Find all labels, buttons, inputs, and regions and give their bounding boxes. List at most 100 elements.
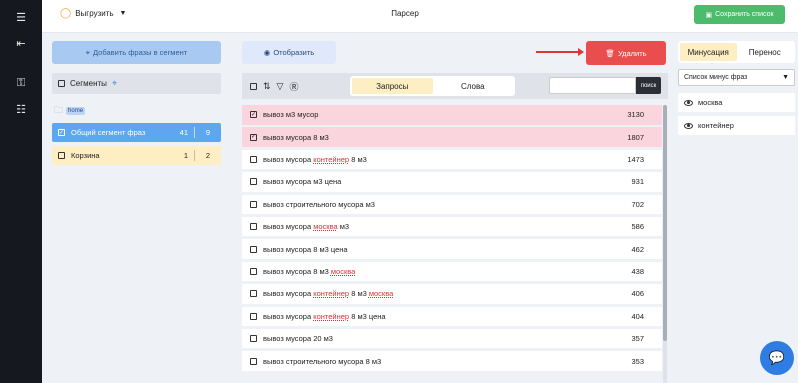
tab-transfer[interactable]: Перенос bbox=[737, 43, 794, 61]
select-all-checkbox[interactable] bbox=[250, 83, 257, 90]
phrase-checkbox[interactable] bbox=[250, 245, 257, 253]
segment-checkbox[interactable] bbox=[58, 152, 65, 159]
phrase-fragment: м3 bbox=[337, 222, 350, 232]
right-tabs: Минусация Перенос bbox=[678, 41, 795, 63]
phrase-fragment: вывоз мусора м3 цена bbox=[263, 177, 342, 187]
phrase-keyword: москва bbox=[330, 266, 356, 276]
minus-word-item[interactable]: москва bbox=[678, 93, 795, 112]
segments-header: Сегменты ⌖ bbox=[52, 73, 221, 94]
phrase-row[interactable]: вывоз мусора москва м3 586 bbox=[242, 216, 662, 237]
phrase-checkbox[interactable] bbox=[250, 156, 257, 164]
phrase-fragment: 8 м3 цена bbox=[349, 311, 386, 321]
dollar-icon[interactable]: Ⓡ bbox=[289, 80, 298, 93]
phrase-checkbox[interactable] bbox=[250, 357, 257, 365]
eye-icon[interactable] bbox=[684, 99, 693, 106]
phrase-row[interactable]: вывоз мусора контейнер 8 м3 1473 bbox=[242, 149, 662, 170]
phrase-text: вывоз мусора 8 м3 москва bbox=[263, 267, 604, 276]
chat-icon: 💬 bbox=[768, 350, 786, 365]
minus-word: москва bbox=[698, 98, 723, 107]
phrase-keyword: москва bbox=[313, 222, 338, 232]
phrases-scrollbar[interactable] bbox=[663, 105, 667, 383]
phrase-frequency: 406 bbox=[631, 289, 644, 299]
segments-select-all-checkbox[interactable] bbox=[58, 80, 65, 87]
segment-row[interactable]: Корзина 1 2 bbox=[52, 146, 221, 165]
scrollbar-thumb[interactable] bbox=[663, 105, 667, 341]
tab-requests[interactable]: Запросы bbox=[352, 78, 433, 94]
filter-icon[interactable]: ▽ bbox=[277, 81, 284, 92]
segment-name: Общий сегмент фраз bbox=[71, 128, 146, 137]
save-list-label: Сохранить список bbox=[715, 11, 774, 18]
phrase-fragment: вывоз строительного мусора 8 м3 bbox=[263, 356, 382, 366]
phrase-row[interactable]: ✓ вывоз м3 мусор 3130 bbox=[242, 105, 662, 125]
tab-words[interactable]: Слова bbox=[433, 78, 514, 94]
show-button[interactable]: ◉ Отобразить bbox=[242, 41, 336, 64]
sitemap-icon[interactable]: ☷ bbox=[0, 103, 42, 117]
phrases-list: ✓ вывоз м3 мусор 3130 ✓ вывоз мусора 8 м3 180… bbox=[242, 105, 662, 374]
folder-tag: home bbox=[66, 107, 86, 115]
search-input[interactable] bbox=[549, 77, 636, 94]
phrase-fragment: вывоз мусора 8 м3 цена bbox=[263, 244, 348, 254]
phrase-checkbox[interactable] bbox=[250, 267, 257, 275]
minus-word-item[interactable]: контейнер bbox=[678, 116, 795, 135]
segment-count-1: 1 bbox=[183, 151, 188, 160]
phrase-row[interactable]: вывоз строительного мусора м3 702 bbox=[242, 194, 662, 215]
phrase-row[interactable]: вывоз мусора м3 цена 931 bbox=[242, 172, 662, 192]
phrase-frequency: 438 bbox=[631, 266, 644, 276]
add-segment-icon[interactable]: ⌖ bbox=[112, 78, 117, 89]
phrase-row[interactable]: вывоз строительного мусора 8 м3 353 bbox=[242, 351, 662, 371]
phrase-checkbox[interactable] bbox=[250, 178, 257, 186]
phrases-toolbar: ⇅ ▽ Ⓡ Запросы Слова поиск bbox=[242, 73, 668, 99]
phrase-checkbox[interactable] bbox=[250, 200, 257, 208]
add-phrases-label: Добавить фразы в сегмент bbox=[93, 48, 188, 57]
chat-bubble-button[interactable]: 💬 bbox=[760, 341, 794, 375]
phrase-checkbox[interactable] bbox=[250, 290, 257, 298]
delete-button[interactable]: 🗑 Удалить bbox=[586, 41, 666, 65]
caret-down-icon: ▼ bbox=[782, 74, 789, 81]
phrase-checkbox[interactable] bbox=[250, 223, 257, 231]
phrase-row[interactable]: вывоз мусора 8 м3 москва 438 bbox=[242, 261, 662, 282]
segment-count-2: 2 bbox=[205, 151, 211, 160]
phrase-row[interactable]: вывоз мусора контейнер 8 м3 москва 406 bbox=[242, 284, 662, 304]
page-title: Парсер bbox=[391, 9, 419, 18]
segment-row[interactable]: ✓ Общий сегмент фраз 41 9 bbox=[52, 123, 221, 142]
sort-icon[interactable]: ⇅ bbox=[263, 81, 271, 92]
minus-list-select[interactable]: Список минус фраз ▼ bbox=[678, 69, 795, 86]
tab-minus[interactable]: Минусация bbox=[680, 43, 737, 61]
save-list-button[interactable]: ▣ Сохранить список bbox=[694, 5, 785, 24]
phrase-row[interactable]: вывоз мусора 8 м3 цена 462 bbox=[242, 239, 662, 259]
key-icon[interactable]: ⚿ bbox=[0, 76, 42, 90]
phrase-text: вывоз мусора контейнер 8 м3 цена bbox=[263, 312, 604, 321]
phrase-fragment: вывоз мусора bbox=[263, 222, 314, 232]
phrase-row[interactable]: вывоз мусора контейнер 8 м3 цена 404 bbox=[242, 306, 662, 327]
phrase-checkbox[interactable] bbox=[250, 312, 257, 320]
phrase-keyword: москва bbox=[368, 289, 394, 299]
segments-label: Сегменты bbox=[70, 79, 107, 88]
phrase-text: вывоз строительного мусора 8 м3 bbox=[263, 357, 604, 366]
phrase-frequency: 353 bbox=[631, 356, 644, 366]
add-phrases-to-segment-button[interactable]: ⌖ Добавить фразы в сегмент bbox=[52, 41, 221, 64]
divider bbox=[194, 127, 195, 138]
phrase-checkbox[interactable]: ✓ bbox=[250, 133, 257, 141]
top-bar: ◯ Выгрузить ▼ Парсер ▣ Сохранить список bbox=[42, 0, 798, 33]
phrase-row[interactable]: вывоз мусора 20 м3 357 bbox=[242, 328, 662, 349]
segment-checkbox[interactable]: ✓ bbox=[58, 129, 65, 136]
show-label: Отобразить bbox=[273, 48, 315, 57]
segment-name: Корзина bbox=[71, 151, 100, 160]
phrase-fragment: вывоз мусора bbox=[263, 311, 314, 321]
left-navbar: ☰ ⇤ ⚿ ☷ bbox=[0, 0, 42, 383]
phrase-text: вывоз мусора москва м3 bbox=[263, 222, 604, 231]
phrase-text: вывоз мусора м3 цена bbox=[263, 177, 604, 186]
folder-item[interactable]: 🗀 home bbox=[54, 103, 86, 119]
phrase-checkbox[interactable] bbox=[250, 335, 257, 343]
phrase-text: вывоз мусора 8 м3 bbox=[263, 133, 604, 142]
hamburger-menu-icon[interactable]: ☰ bbox=[0, 11, 42, 25]
minus-word: контейнер bbox=[698, 121, 734, 130]
eye-icon[interactable] bbox=[684, 122, 693, 129]
phrase-row[interactable]: ✓ вывоз мусора 8 м3 1807 bbox=[242, 127, 662, 147]
phrase-text: вывоз мусора 8 м3 цена bbox=[263, 245, 604, 254]
search-button[interactable]: поиск bbox=[636, 77, 661, 94]
phrase-text: вывоз мусора контейнер 8 м3 москва bbox=[263, 289, 604, 298]
sign-in-icon[interactable]: ⇤ bbox=[0, 37, 42, 51]
phrase-text: вывоз м3 мусор bbox=[263, 110, 604, 119]
phrase-checkbox[interactable]: ✓ bbox=[250, 111, 257, 119]
